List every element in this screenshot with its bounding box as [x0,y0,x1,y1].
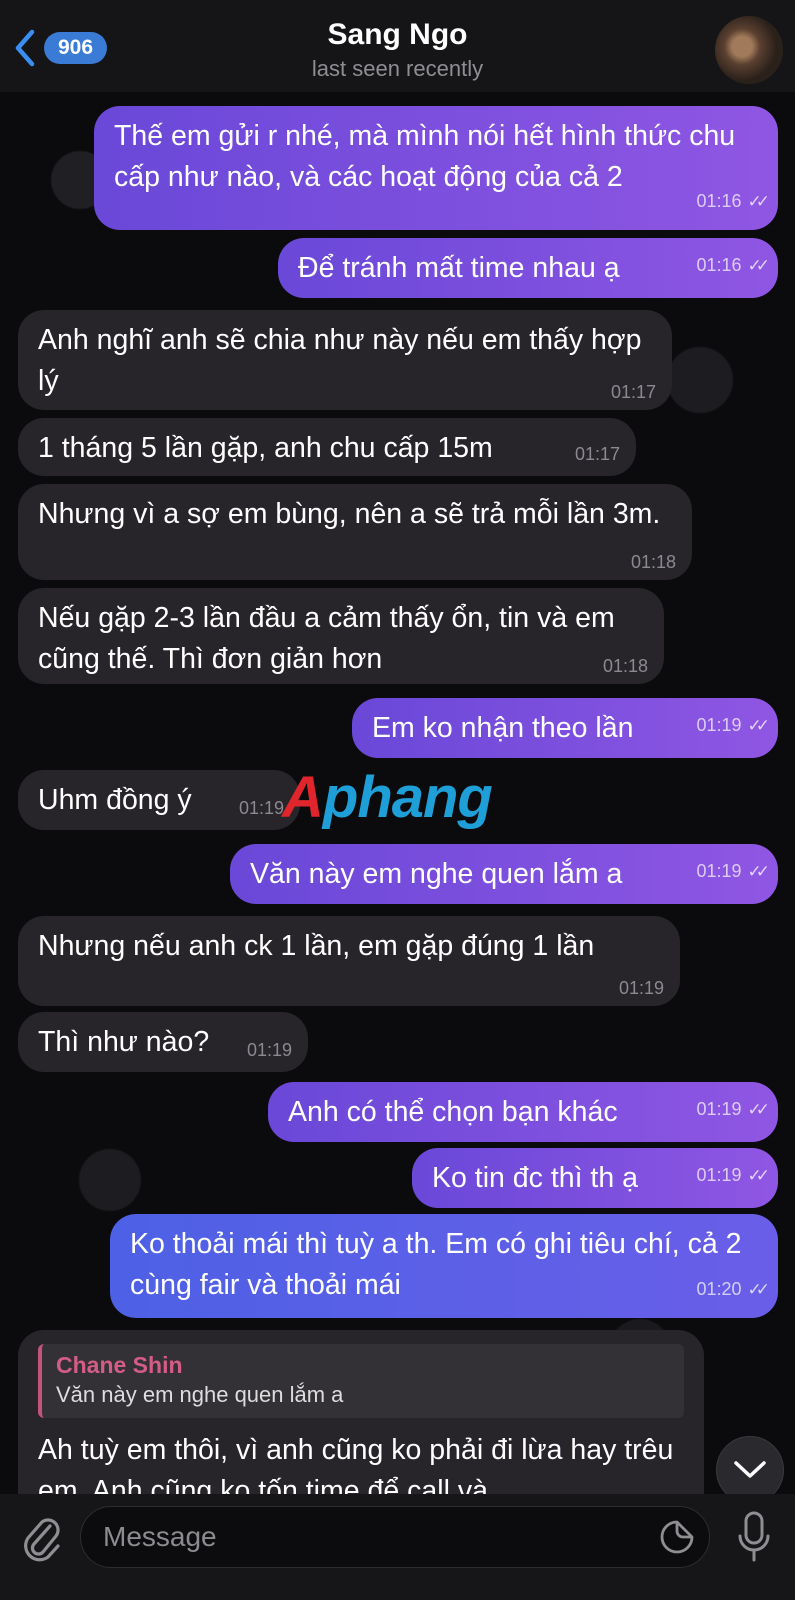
message-bubble-outgoing[interactable]: Văn này em nghe quen lắm a 01:19 ✓✓ [230,844,778,904]
message-bubble-incoming[interactable]: Anh nghĩ anh sẽ chia như này nếu em thấy… [18,310,672,410]
message-text: Em ko nhận theo lần [372,712,634,744]
double-check-icon: ✓✓ [747,192,770,211]
double-check-icon: ✓✓ [747,716,770,735]
message-time: 01:17 [574,444,620,464]
contact-name[interactable]: Sang Ngo [0,18,795,52]
message-text: Ko thoải mái thì tuỳ a th. Em có ghi tiê… [130,1228,742,1301]
message-time: 01:19 [618,978,664,998]
message-text: Ko tin đc thì th ạ [432,1162,638,1194]
message-input[interactable] [81,1507,641,1567]
message-bubble-incoming[interactable]: 1 tháng 5 lần gặp, anh chu cấp 15m 01:17 [18,418,636,476]
message-text: Thì như nào? [38,1026,210,1058]
message-text: Nhưng nếu anh ck 1 lần, em gặp đúng 1 lầ… [38,930,595,962]
message-time: 01:16 [696,191,742,211]
message-text: Uhm đồng ý [38,784,192,816]
message-time: 01:19 [246,1040,292,1060]
message-text: Văn này em nghe quen lắm a [250,858,623,890]
double-check-icon: ✓✓ [747,1100,770,1119]
message-bubble-outgoing[interactable]: Anh có thể chọn bạn khác 01:19 ✓✓ [268,1082,778,1142]
contact-status: last seen recently [311,56,484,81]
reply-quote[interactable]: Chane Shin Văn này em nghe quen lắm a [38,1344,684,1418]
message-text: Nếu gặp 2-3 lần đầu a cảm thấy ổn, tin v… [38,602,615,675]
double-check-icon: ✓✓ [747,256,770,275]
message-bubble-outgoing[interactable]: Ko tin đc thì th ạ 01:19 ✓✓ [412,1148,778,1208]
message-time: 01:19 [696,861,742,881]
message-bubble-incoming[interactable]: Uhm đồng ý 01:19 [18,770,300,830]
double-check-icon: ✓✓ [747,1166,770,1185]
message-time: 01:17 [610,382,656,402]
message-bubble-incoming[interactable]: Nhưng vì a sợ em bùng, nên a sẽ trả mỗi … [18,484,692,580]
message-time: 01:16 [696,255,742,275]
message-text: Thế em gửi r nhé, mà mình nói hết hình t… [114,120,736,193]
message-bubble-outgoing[interactable]: Thế em gửi r nhé, mà mình nói hết hình t… [94,106,778,230]
message-time: 01:19 [696,715,742,735]
message-text: Anh có thể chọn bạn khác [288,1096,618,1128]
message-time: 01:18 [630,552,676,572]
composer-bar [0,1494,795,1600]
message-text: 1 tháng 5 lần gặp, anh chu cấp 15m [38,432,493,464]
message-time: 01:19 [696,1099,742,1119]
message-bubble-outgoing[interactable]: Để tránh mất time nhau ạ 01:16 ✓✓ [278,238,778,298]
message-text: Nhưng vì a sợ em bùng, nên a sẽ trả mỗi … [38,498,661,530]
watermark-logo: Aphang [282,765,493,830]
avatar[interactable] [715,16,783,84]
message-bubble-incoming[interactable]: Nhưng nếu anh ck 1 lần, em gặp đúng 1 lầ… [18,916,680,1006]
message-time: 01:19 [238,798,284,818]
message-time: 01:20 [696,1279,742,1299]
message-bubble-outgoing[interactable]: Ko thoải mái thì tuỳ a th. Em có ghi tiê… [110,1214,778,1318]
message-bubble-incoming[interactable]: Thì như nào? 01:19 [18,1012,308,1072]
sticker-icon[interactable] [659,1519,695,1555]
chevron-down-icon [734,1461,766,1478]
message-time: 01:19 [696,1165,742,1185]
message-text: Anh nghĩ anh sẽ chia như này nếu em thấy… [38,324,642,397]
microphone-icon[interactable] [736,1510,772,1564]
message-time: 01:18 [602,656,648,676]
reply-text: Văn này em nghe quen lắm a [56,1382,344,1407]
double-check-icon: ✓✓ [747,862,770,881]
message-bubble-incoming[interactable]: Nếu gặp 2-3 lần đầu a cảm thấy ổn, tin v… [18,588,664,684]
message-text: Để tránh mất time nhau ạ [298,252,620,284]
message-field[interactable] [80,1506,710,1568]
message-bubble-outgoing[interactable]: Em ko nhận theo lần 01:19 ✓✓ [352,698,778,758]
double-check-icon: ✓✓ [747,1280,770,1299]
paperclip-icon[interactable] [20,1514,64,1564]
chat-header: 906 Sang Ngo last seen recently [0,0,795,92]
reply-author: Chane Shin [56,1352,183,1378]
